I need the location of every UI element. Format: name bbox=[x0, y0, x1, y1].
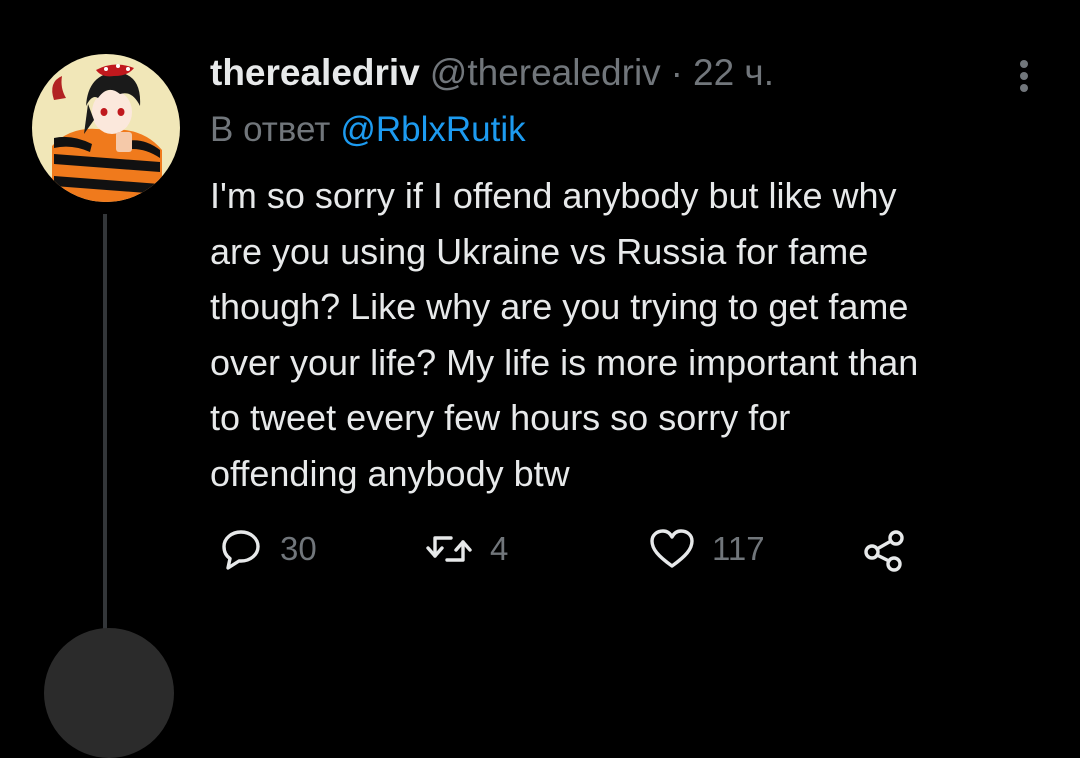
tweet-text-line: I'm so sorry if I offend anybody but lik… bbox=[210, 175, 897, 216]
retweet-button[interactable]: 4 bbox=[424, 524, 508, 574]
like-button[interactable]: 117 bbox=[648, 524, 765, 574]
separator-dot: · bbox=[670, 52, 683, 93]
tweet-text: I'm so sorry if I offend anybody but lik… bbox=[210, 168, 1060, 501]
next-reply-avatar[interactable] bbox=[44, 628, 174, 758]
reply-icon bbox=[218, 526, 264, 572]
reply-count: 30 bbox=[280, 530, 317, 567]
reply-context: В ответ @RblxRutik bbox=[210, 110, 526, 150]
reply-button[interactable]: 30 bbox=[218, 524, 317, 574]
more-vertical-icon bbox=[1004, 56, 1044, 96]
retweet-count: 4 bbox=[490, 530, 509, 567]
tweet-text-line: to tweet every few hours so sorry for bbox=[210, 397, 791, 438]
tweet-header: therealedriv @therealedriv · 22 ч. bbox=[210, 52, 774, 98]
share-icon bbox=[860, 526, 908, 572]
tweet[interactable]: therealedriv @therealedriv · 22 ч. В отв… bbox=[0, 0, 1080, 758]
retweet-icon bbox=[424, 526, 474, 572]
like-count: 117 bbox=[712, 530, 765, 567]
thread-line bbox=[103, 214, 107, 643]
reply-to-handle-link[interactable]: @RblxRutik bbox=[340, 110, 525, 149]
more-options-button[interactable] bbox=[1004, 56, 1044, 96]
tweet-text-line: over your life? My life is more importan… bbox=[210, 341, 919, 383]
reply-prefix: В ответ bbox=[210, 110, 331, 149]
avatar[interactable] bbox=[32, 54, 180, 202]
tweet-text-line: offending anybody btw bbox=[210, 452, 570, 494]
tweet-actions: 30 4 117 bbox=[210, 524, 930, 574]
display-name[interactable]: therealedriv bbox=[210, 52, 420, 94]
timestamp[interactable]: 22 ч. bbox=[693, 52, 774, 94]
tweet-text-line: though? Like why are you trying to get f… bbox=[210, 286, 909, 327]
heart-icon bbox=[648, 526, 696, 572]
share-button[interactable] bbox=[860, 524, 908, 574]
avatar-image bbox=[32, 54, 180, 202]
tweet-text-line: are you using Ukraine vs Russia for fame bbox=[210, 230, 869, 272]
user-handle[interactable]: @therealedriv bbox=[430, 52, 661, 94]
